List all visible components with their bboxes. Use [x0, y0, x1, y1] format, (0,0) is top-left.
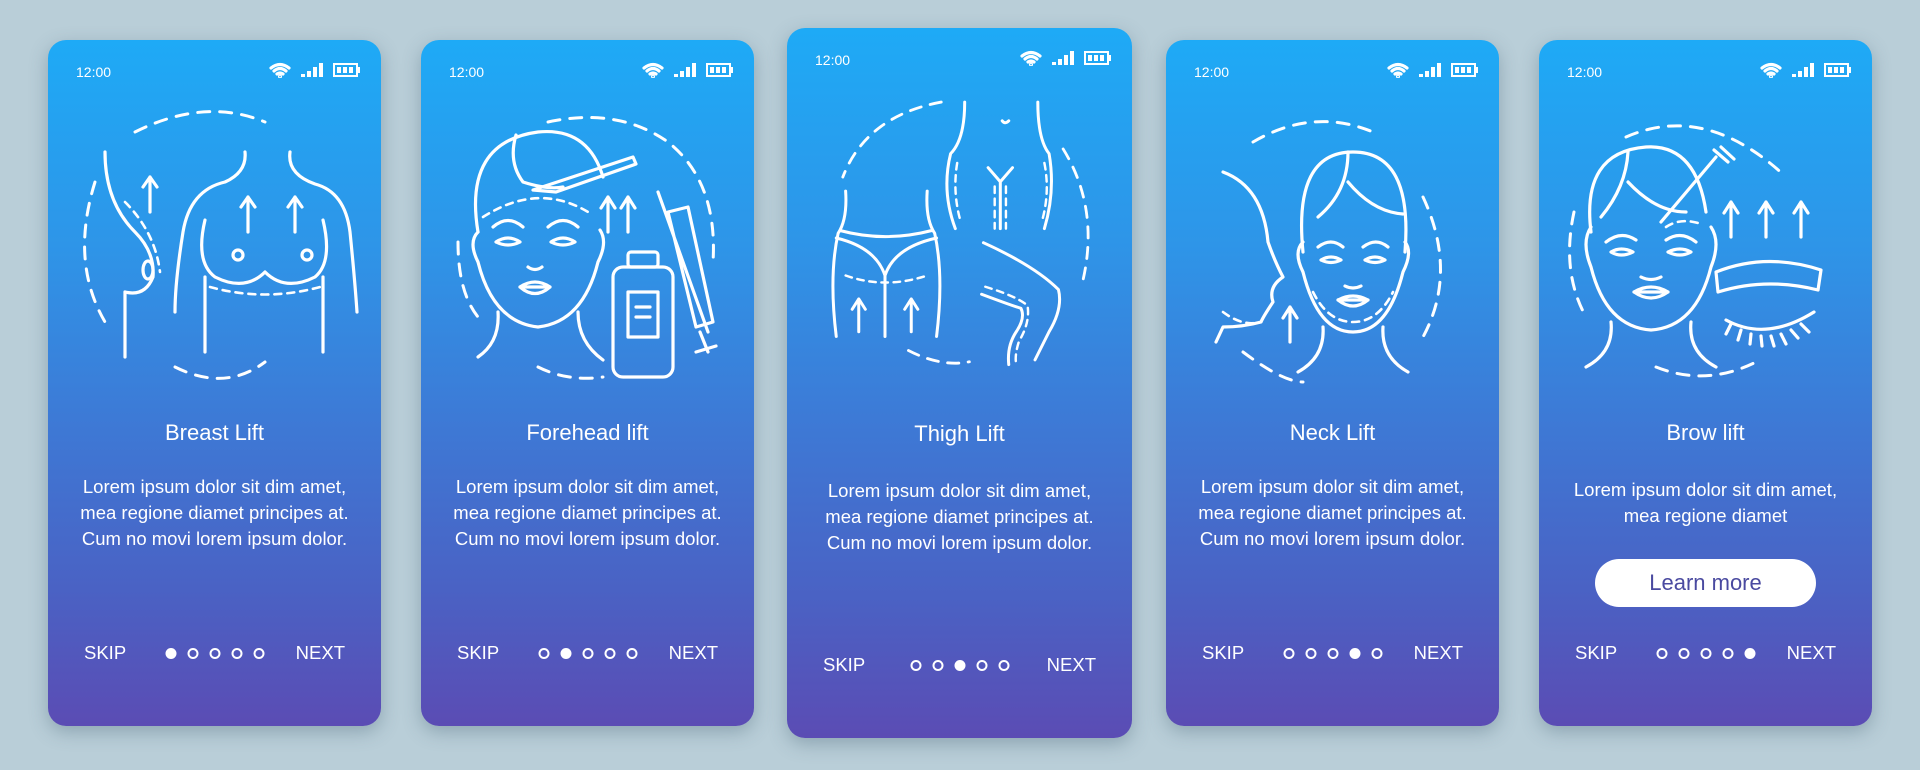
status-time: 12:00 [815, 52, 851, 68]
page-dot[interactable] [1283, 648, 1294, 659]
page-dot[interactable] [1700, 648, 1711, 659]
status-time: 12:00 [76, 64, 112, 80]
page-dot-active[interactable] [1349, 648, 1360, 659]
onboarding-footer: SKIP NEXT [48, 638, 381, 668]
page-dot[interactable] [976, 660, 987, 671]
status-bar: 12:00 [1567, 62, 1852, 82]
wifi-icon [1020, 50, 1042, 66]
page-dot-active[interactable] [165, 648, 176, 659]
learn-more-button[interactable]: Learn more [1595, 559, 1816, 607]
battery-icon [1824, 63, 1851, 77]
onboarding-footer: SKIP NEXT [1166, 638, 1499, 668]
page-dot[interactable] [604, 648, 615, 659]
screen-description: Lorem ipsum dolor sit dim amet, mea regi… [80, 476, 349, 549]
signal-icon [1419, 63, 1441, 77]
onboarding-footer: SKIP NEXT [787, 650, 1132, 680]
page-dot[interactable] [538, 648, 549, 659]
next-button[interactable]: NEXT [669, 642, 718, 664]
page-dot[interactable] [1305, 648, 1316, 659]
signal-icon [674, 63, 696, 77]
page-dot[interactable] [187, 648, 198, 659]
page-indicator [1656, 648, 1755, 659]
page-dot-active[interactable] [560, 648, 571, 659]
page-dot[interactable] [582, 648, 593, 659]
page-dot[interactable] [998, 660, 1009, 671]
battery-icon [1451, 63, 1478, 77]
skip-button[interactable]: SKIP [1202, 642, 1244, 664]
page-indicator [165, 648, 264, 659]
skip-button[interactable]: SKIP [84, 642, 126, 664]
next-button[interactable]: NEXT [1047, 654, 1096, 676]
next-button[interactable]: NEXT [1787, 642, 1836, 664]
neck-lift-illustration [1166, 102, 1499, 422]
wifi-icon [269, 62, 291, 78]
onboarding-footer: SKIP NEXT [421, 638, 754, 668]
onboarding-screen-forehead-lift: 12:00 Forehead lift Lorem ipsum dolor si… [421, 40, 754, 726]
forehead-lift-illustration [421, 102, 754, 422]
page-dot-active[interactable] [1744, 648, 1755, 659]
status-bar: 12:00 [815, 50, 1112, 70]
skip-button[interactable]: SKIP [1575, 642, 1617, 664]
screen-title: Breast Lift [164, 420, 265, 445]
onboarding-screen-neck-lift: 12:00 Neck Lift Lorem ipsum dolor sit di… [1166, 40, 1499, 726]
status-bar: 12:00 [449, 62, 734, 82]
screen-title: Thigh Lift [914, 421, 1005, 446]
page-dot[interactable] [932, 660, 943, 671]
skip-button[interactable]: SKIP [457, 642, 499, 664]
onboarding-screen-brow-lift: 12:00 Brow lift Lorem ipsum dolor sit di… [1539, 40, 1872, 726]
status-bar: 12:00 [1194, 62, 1479, 82]
wifi-icon [1387, 62, 1409, 78]
page-dot-active[interactable] [954, 660, 965, 671]
wifi-icon [1760, 62, 1782, 78]
page-dot[interactable] [626, 648, 637, 659]
page-dot[interactable] [1722, 648, 1733, 659]
page-dot[interactable] [910, 660, 921, 671]
screen-description: Lorem ipsum dolor sit dim amet, mea regi… [453, 476, 722, 549]
battery-icon [1084, 51, 1111, 65]
status-time: 12:00 [449, 64, 485, 80]
signal-icon [1792, 63, 1814, 77]
skip-button[interactable]: SKIP [823, 654, 865, 676]
wifi-icon [642, 62, 664, 78]
page-indicator [910, 660, 1009, 671]
battery-icon [706, 63, 733, 77]
page-indicator [538, 648, 637, 659]
page-indicator [1283, 648, 1382, 659]
screen-title: Forehead lift [526, 420, 649, 445]
next-button[interactable]: NEXT [1414, 642, 1463, 664]
screen-description: Lorem ipsum dolor sit dim amet, mea regi… [1573, 479, 1838, 526]
onboarding-footer: SKIP NEXT [1539, 638, 1872, 668]
signal-icon [301, 63, 323, 77]
onboarding-screen-thigh-lift: 12:00 Thigh Lift Lorem ipsum dolor sit d… [787, 28, 1132, 738]
signal-icon [1052, 51, 1074, 65]
status-time: 12:00 [1194, 64, 1230, 80]
page-dot[interactable] [1678, 648, 1689, 659]
page-dot[interactable] [1327, 648, 1338, 659]
page-dot[interactable] [253, 648, 264, 659]
screen-title: Neck Lift [1289, 420, 1376, 445]
breast-lift-illustration [48, 102, 381, 422]
battery-icon [333, 63, 360, 77]
page-dot[interactable] [1371, 648, 1382, 659]
screen-description: Lorem ipsum dolor sit dim amet, mea regi… [1198, 476, 1467, 549]
page-dot[interactable] [231, 648, 242, 659]
status-bar: 12:00 [76, 62, 361, 82]
status-time: 12:00 [1567, 64, 1603, 80]
next-button[interactable]: NEXT [296, 642, 345, 664]
page-dot[interactable] [209, 648, 220, 659]
thigh-lift-illustration [787, 88, 1132, 408]
screen-description: Lorem ipsum dolor sit dim amet, mea regi… [825, 480, 1094, 553]
screen-title: Brow lift [1666, 420, 1745, 445]
brow-lift-illustration [1539, 102, 1872, 422]
onboarding-screen-breast-lift: 12:00 Breast Lift Lorem ipsum dolor sit … [48, 40, 381, 726]
page-dot[interactable] [1656, 648, 1667, 659]
